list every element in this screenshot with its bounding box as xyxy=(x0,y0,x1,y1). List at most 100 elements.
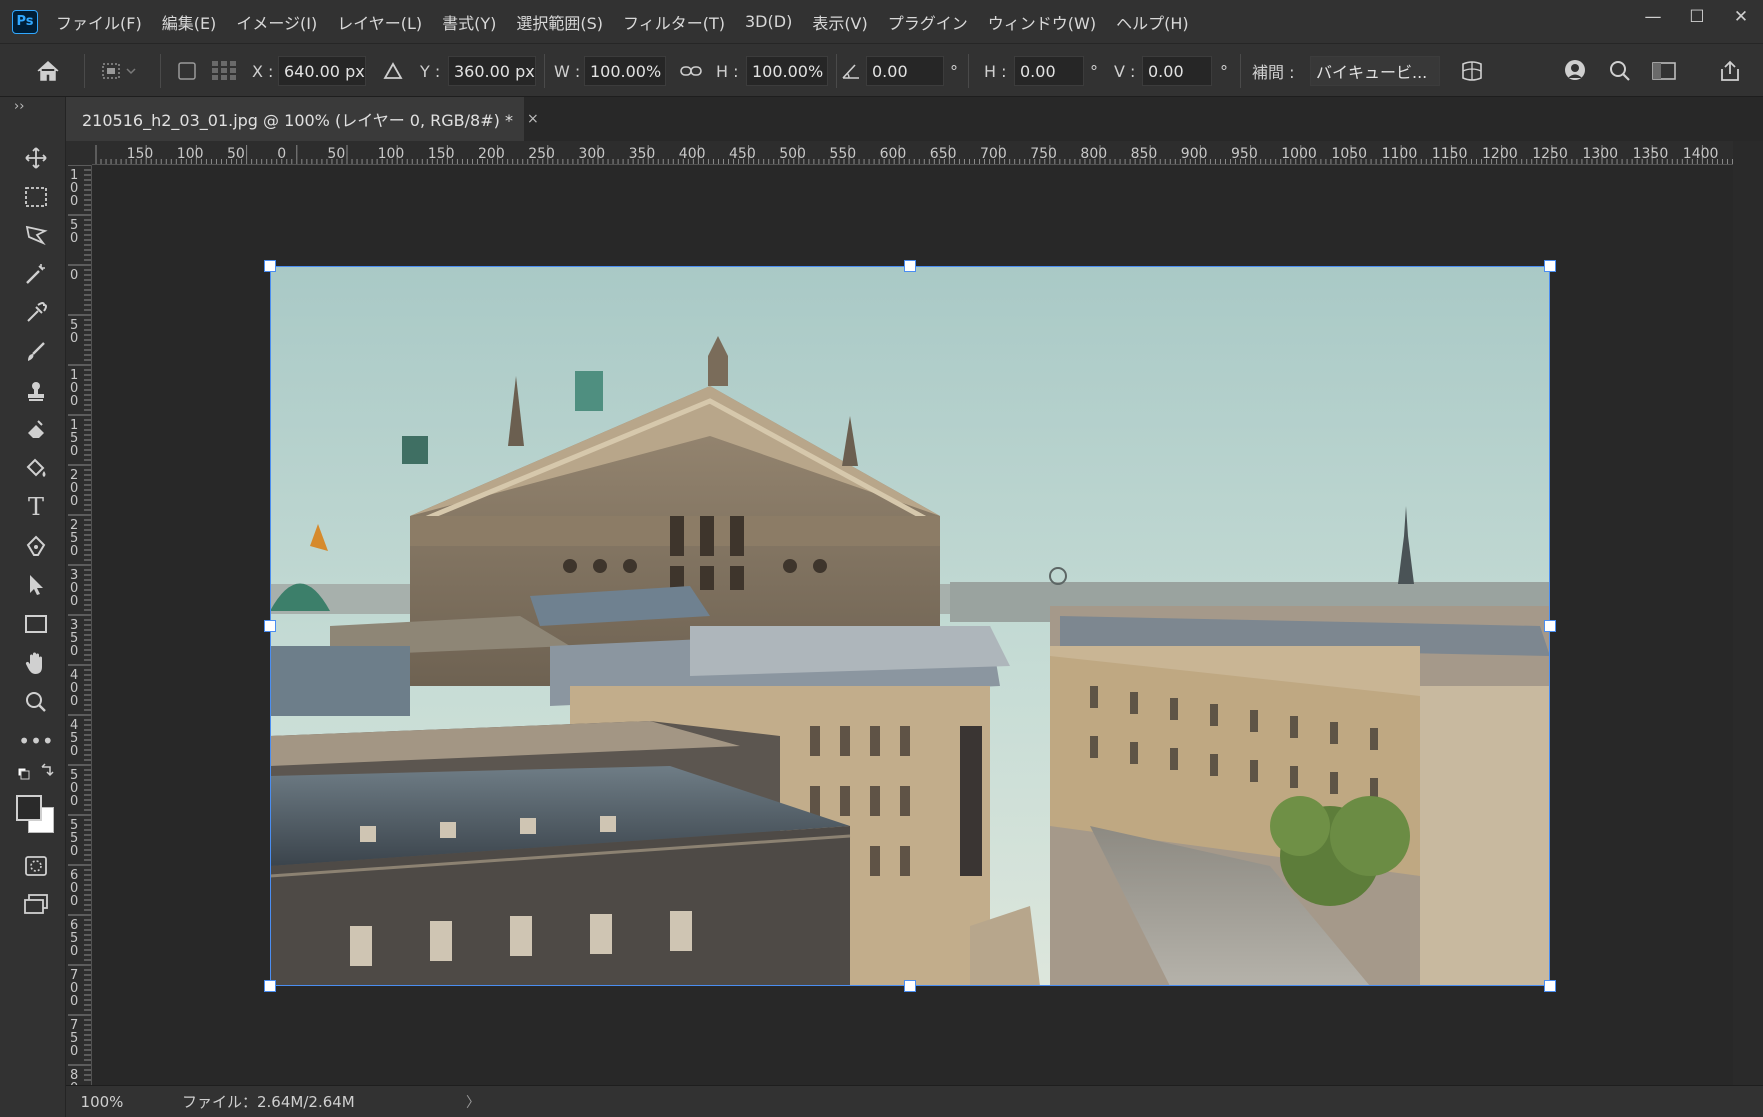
menu-plugins[interactable]: プラグイン xyxy=(888,10,968,34)
expand-panel-icon[interactable]: ›› xyxy=(14,99,24,114)
handle-top-right[interactable] xyxy=(1544,260,1556,272)
ruler-h-label: 1100 xyxy=(1382,146,1418,162)
warp-mode-icon[interactable] xyxy=(1454,44,1490,98)
svg-text:0: 0 xyxy=(70,268,78,283)
close-window-button[interactable]: ✕ xyxy=(1719,0,1763,34)
tools-panel: ›› T ••• xyxy=(0,97,66,1117)
rectangle-tool-icon[interactable] xyxy=(16,607,56,641)
eyedropper-tool-icon[interactable] xyxy=(16,296,56,330)
menu-3d[interactable]: 3D(D) xyxy=(745,12,792,31)
document-tab[interactable]: 210516_h2_03_01.jpg @ 100% (レイヤー 0, RGB/… xyxy=(66,97,539,141)
ruler-v-label: 750 xyxy=(70,1018,78,1059)
handle-middle-left[interactable] xyxy=(264,620,276,632)
degree-symbol-v: ° xyxy=(1220,61,1228,81)
color-swatches[interactable] xyxy=(16,791,56,841)
minimize-button[interactable]: — xyxy=(1631,0,1675,34)
paint-bucket-tool-icon[interactable] xyxy=(16,452,56,486)
ruler-v-label: 700 xyxy=(70,968,78,1009)
eraser-tool-icon[interactable] xyxy=(16,413,56,447)
share-icon[interactable] xyxy=(1712,44,1748,98)
menu-filter[interactable]: フィルター(T) xyxy=(623,10,725,34)
handle-bottom-right[interactable] xyxy=(1544,980,1556,992)
ruler-h-label: 50 xyxy=(327,146,345,162)
close-tab-icon[interactable]: × xyxy=(527,111,539,127)
magic-wand-tool-icon[interactable] xyxy=(16,257,56,291)
move-tool-icon[interactable] xyxy=(16,141,56,175)
transform-preset-icon[interactable] xyxy=(94,44,144,98)
menu-type[interactable]: 書式(Y) xyxy=(442,10,496,34)
handle-bottom-center[interactable] xyxy=(904,980,916,992)
stamp-tool-icon[interactable] xyxy=(16,374,56,408)
search-icon[interactable] xyxy=(1602,44,1638,98)
interpolation-select[interactable]: バイキュービ... xyxy=(1310,56,1440,86)
horizontal-ruler: 0150100500501001502002503003504004505005… xyxy=(66,141,1733,165)
zoom-level[interactable]: 100% xyxy=(66,1093,138,1111)
svg-text:0: 0 xyxy=(70,594,78,609)
file-size-info: ファイル：2.64M/2.64M xyxy=(182,1093,355,1111)
ruler-corner xyxy=(66,141,92,165)
workspace-icon[interactable] xyxy=(1646,44,1682,98)
handle-top-left[interactable] xyxy=(264,260,276,272)
handle-bottom-left[interactable] xyxy=(264,980,276,992)
reference-point-grid-icon[interactable] xyxy=(208,44,240,98)
photoshop-logo-icon: Ps xyxy=(12,9,38,34)
link-icon[interactable] xyxy=(676,44,706,98)
ruler-h-label: 550 xyxy=(829,146,856,162)
document-tab-title: 210516_h2_03_01.jpg @ 100% (レイヤー 0, RGB/… xyxy=(82,111,513,130)
menu-help[interactable]: ヘルプ(H) xyxy=(1116,10,1189,34)
relative-position-icon[interactable] xyxy=(380,44,406,98)
swap-colors-icon[interactable] xyxy=(16,761,56,785)
home-icon[interactable] xyxy=(28,44,68,98)
hand-tool-icon[interactable] xyxy=(16,646,56,680)
screen-mode-icon[interactable] xyxy=(16,887,56,921)
pen-tool-icon[interactable] xyxy=(16,529,56,563)
vertical-ruler: 1005005010015020025030035040045050055060… xyxy=(66,165,92,1085)
foreground-color-swatch[interactable] xyxy=(16,795,42,821)
ruler-h-label: 200 xyxy=(478,146,505,162)
x-label: X : xyxy=(252,61,274,81)
path-selection-tool-icon[interactable] xyxy=(16,568,56,602)
ruler-h-label: 350 xyxy=(629,146,656,162)
height-percent-input[interactable]: 100.00% xyxy=(746,56,828,86)
options-bar: X : 640.00 px Y : 360.00 px W : 100.00% … xyxy=(0,43,1763,97)
user-account-icon[interactable] xyxy=(1558,44,1594,98)
menu-layer[interactable]: レイヤー(L) xyxy=(337,10,422,34)
maximize-button[interactable]: ☐ xyxy=(1675,0,1719,34)
menu-window[interactable]: ウィンドウ(W) xyxy=(988,10,1096,34)
menu-bar: Ps ファイル(F) 編集(E) イメージ(I) レイヤー(L) 書式(Y) 選… xyxy=(0,0,1763,43)
ruler-h-label: 100 xyxy=(378,146,405,162)
rotation-angle-input[interactable]: 0.00 xyxy=(866,56,944,86)
transform-bounding-box[interactable] xyxy=(270,266,1550,986)
ruler-h-label: 1200 xyxy=(1482,146,1518,162)
status-menu-arrow-icon[interactable]: 〉 xyxy=(466,1092,480,1112)
brush-tool-icon[interactable] xyxy=(16,335,56,369)
y-position-input[interactable]: 360.00 px xyxy=(448,56,536,86)
ruler-h-label: 800 xyxy=(1080,146,1107,162)
handle-middle-right[interactable] xyxy=(1544,620,1556,632)
more-tools-icon[interactable]: ••• xyxy=(16,724,56,758)
ruler-v-label: 200 xyxy=(70,468,78,509)
horizontal-skew-input[interactable]: 0.00 xyxy=(1014,56,1084,86)
menu-select[interactable]: 選択範囲(S) xyxy=(516,10,603,34)
quick-mask-icon[interactable] xyxy=(16,849,56,883)
zoom-tool-icon[interactable] xyxy=(16,685,56,719)
svg-text:0: 0 xyxy=(70,231,78,246)
vertical-skew-input[interactable]: 0.00 xyxy=(1142,56,1212,86)
reference-point-checkbox[interactable] xyxy=(176,44,198,98)
lasso-tool-icon[interactable] xyxy=(16,218,56,252)
type-tool-icon[interactable]: T xyxy=(16,490,56,524)
svg-text:0: 0 xyxy=(70,444,78,459)
menu-file[interactable]: ファイル(F) xyxy=(56,10,142,34)
marquee-tool-icon[interactable] xyxy=(16,180,56,214)
w-label: W : xyxy=(554,61,581,81)
menu-image[interactable]: イメージ(I) xyxy=(236,10,317,34)
window-controls: — ☐ ✕ xyxy=(1631,0,1763,34)
vertical-scrollbar[interactable] xyxy=(1733,141,1763,1085)
width-percent-input[interactable]: 100.00% xyxy=(584,56,666,86)
ruler-v-label: 50 xyxy=(70,318,78,346)
ruler-h-label: 1150 xyxy=(1432,146,1468,162)
x-position-input[interactable]: 640.00 px xyxy=(278,56,366,86)
menu-edit[interactable]: 編集(E) xyxy=(162,10,217,34)
menu-view[interactable]: 表示(V) xyxy=(812,10,867,34)
handle-top-center[interactable] xyxy=(904,260,916,272)
